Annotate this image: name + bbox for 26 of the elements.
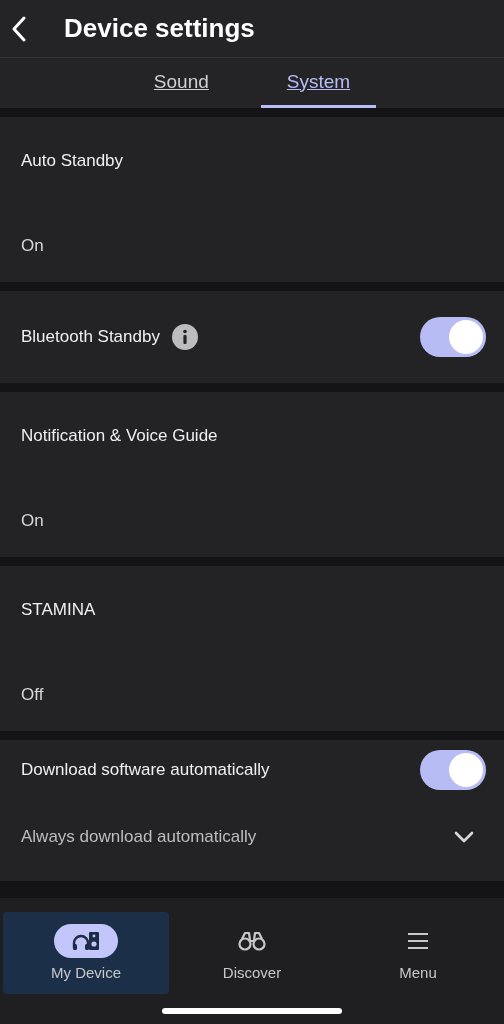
setting-value: Off bbox=[21, 685, 45, 705]
setting-card[interactable]: STAMINA Off bbox=[0, 566, 504, 731]
setting-value: On bbox=[21, 236, 45, 256]
nav-item[interactable]: Menu bbox=[335, 912, 501, 994]
toggle-switch[interactable] bbox=[420, 750, 486, 790]
setting-label: STAMINA bbox=[21, 600, 97, 620]
setting-card[interactable]: Auto Standby On bbox=[0, 117, 504, 282]
chevron-down-icon bbox=[454, 831, 474, 843]
headphones-speaker-icon bbox=[71, 930, 101, 952]
nav-item[interactable]: Discover bbox=[169, 912, 335, 994]
setting-label: Auto Standby bbox=[21, 151, 125, 171]
toggle-switch[interactable] bbox=[420, 317, 486, 357]
tab[interactable]: Sound bbox=[127, 58, 235, 108]
setting-card[interactable]: Notification & Voice Guide On bbox=[0, 392, 504, 557]
binoculars-icon bbox=[238, 931, 266, 951]
setting-label: Download software automatically bbox=[21, 760, 270, 780]
option-label: Always download automatically bbox=[21, 827, 257, 847]
tab[interactable]: System bbox=[260, 58, 377, 108]
menu-icon bbox=[407, 932, 429, 950]
info-icon[interactable] bbox=[171, 324, 198, 350]
screen-title: Device settings bbox=[64, 13, 255, 44]
setting-value: On bbox=[21, 511, 45, 531]
option-dropdown[interactable]: Always download automatically bbox=[21, 800, 486, 874]
setting-label: Bluetooth Standby bbox=[21, 327, 160, 347]
setting-label: Notification & Voice Guide bbox=[21, 426, 219, 446]
nav-item[interactable]: My Device bbox=[3, 912, 169, 994]
